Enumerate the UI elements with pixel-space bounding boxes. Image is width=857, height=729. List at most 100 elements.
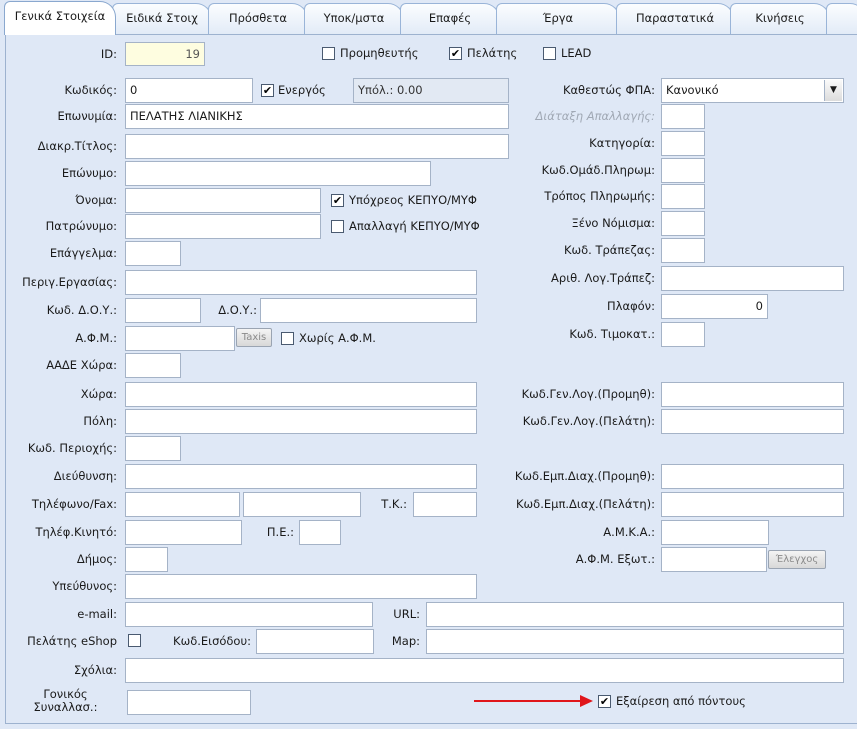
payment-method-input[interactable] xyxy=(661,184,705,209)
kepyo-obliged-checkbox[interactable]: ✔ xyxy=(331,194,344,207)
exclude-points-checkbox[interactable]: ✔ xyxy=(598,695,611,708)
surname-input[interactable] xyxy=(125,161,431,186)
category-input[interactable] xyxy=(661,131,705,156)
tab-general[interactable]: Γενικά Στοιχεία xyxy=(4,1,116,35)
ceiling-input[interactable]: 0 xyxy=(661,294,768,319)
kepyo-exempt-checkbox[interactable] xyxy=(331,220,344,233)
payment-group-label: Κωδ.Ομάδ.Πληρωμ: xyxy=(541,163,655,177)
title-input[interactable] xyxy=(125,134,509,159)
category-label: Κατηγορία: xyxy=(589,136,655,150)
tab-strip: Γενικά Στοιχεία Ειδικά Στοιχ Πρόσθετα Υπ… xyxy=(0,0,857,35)
email-label: e-mail: xyxy=(77,607,117,621)
annotation-arrow-line xyxy=(474,700,584,702)
eshop-checkbox[interactable] xyxy=(128,634,141,647)
supplier-checkbox[interactable] xyxy=(322,47,335,60)
url-label: URL: xyxy=(393,607,420,621)
payment-group-input[interactable] xyxy=(661,158,705,183)
bank-code-label: Κωδ. Τράπεζας: xyxy=(563,243,655,257)
id-field: 19 xyxy=(125,42,205,66)
vat-status-value: Κανονικό xyxy=(666,83,719,97)
responsible-input[interactable] xyxy=(125,574,477,599)
profession-input[interactable] xyxy=(125,241,181,266)
tab-overflow[interactable] xyxy=(826,3,857,34)
no-afm-checkbox[interactable] xyxy=(281,332,294,345)
doy-label: Δ.Ο.Υ.: xyxy=(218,303,257,317)
country-input[interactable] xyxy=(125,382,477,407)
aade-country-input[interactable] xyxy=(125,353,181,378)
doy-code-label: Κωδ. Δ.Ο.Υ.: xyxy=(46,303,117,317)
email-input[interactable] xyxy=(125,602,373,627)
amka-label: Α.Μ.Κ.Α.: xyxy=(603,525,655,539)
work-desc-label: Περιγ.Εργασίας: xyxy=(22,275,117,289)
mobile-input[interactable] xyxy=(125,520,242,545)
amka-input[interactable] xyxy=(661,520,769,545)
exemption-input[interactable] xyxy=(661,104,705,129)
tab-special[interactable]: Ειδικά Στοιχ xyxy=(112,3,212,34)
father-name-input[interactable] xyxy=(125,214,321,239)
fax-input[interactable] xyxy=(243,492,361,517)
lead-checkbox[interactable] xyxy=(543,47,556,60)
payment-method-label: Τρόπος Πληρωμής: xyxy=(544,189,655,203)
trade-supplier-label: Κωδ.Εμπ.Διαχ.(Προμηθ): xyxy=(514,469,655,483)
customer-label: Πελάτης xyxy=(467,46,518,60)
tab-branches[interactable]: Υποκ/μστα xyxy=(304,3,404,34)
work-desc-input[interactable] xyxy=(125,270,477,295)
login-code-input[interactable] xyxy=(256,629,374,654)
active-checkbox[interactable]: ✔ xyxy=(261,84,274,97)
father-name-label: Πατρώνυμο: xyxy=(45,219,117,233)
supplier-label: Προμηθευτής xyxy=(340,46,419,60)
pe-input[interactable] xyxy=(299,520,341,545)
map-input[interactable] xyxy=(426,629,844,654)
bank-code-input[interactable] xyxy=(661,238,705,263)
currency-label: Ξένο Νόμισμα: xyxy=(571,216,655,230)
tab-movements[interactable]: Κινήσεις xyxy=(730,3,830,34)
url-input[interactable] xyxy=(426,602,844,627)
mobile-label: Τηλέφ.Κινητό: xyxy=(35,525,117,539)
chevron-down-icon[interactable]: ▼ xyxy=(824,80,842,101)
gl-customer-label: Κωδ.Γεν.Λογ.(Πελάτη): xyxy=(522,414,655,428)
gl-supplier-input[interactable] xyxy=(661,382,844,407)
doy-input[interactable] xyxy=(260,298,477,323)
firstname-input[interactable] xyxy=(125,188,321,213)
aade-country-label: ΑΑΔΕ Χώρα: xyxy=(46,358,117,372)
address-label: Διεύθυνση: xyxy=(53,469,117,483)
phone-input[interactable] xyxy=(125,492,240,517)
address-input[interactable] xyxy=(125,464,477,489)
tab-contacts[interactable]: Επαφές xyxy=(400,3,500,34)
bank-account-input[interactable] xyxy=(661,266,844,291)
comments-label: Σχόλια: xyxy=(73,663,117,677)
vat-status-label: Καθεστώς ΦΠΑ: xyxy=(562,83,655,97)
firstname-label: Όνομα: xyxy=(75,193,117,207)
tab-additional[interactable]: Πρόσθετα xyxy=(208,3,308,34)
no-afm-label: Χωρίς Α.Φ.Μ. xyxy=(299,331,376,345)
tab-projects[interactable]: Έργα xyxy=(496,3,620,34)
id-label: ID: xyxy=(100,47,117,61)
taxis-button[interactable]: Taxis xyxy=(236,328,272,347)
vat-status-select[interactable]: Κανονικό ▼ xyxy=(661,78,844,103)
check-button[interactable]: Έλεγχος xyxy=(768,550,826,569)
tab-documents[interactable]: Παραστατικά xyxy=(616,3,734,34)
exemption-label: Διάταξη Απαλλαγής: xyxy=(535,109,655,123)
trade-supplier-input[interactable] xyxy=(661,464,844,489)
pricelist-input[interactable] xyxy=(661,322,705,347)
currency-input[interactable] xyxy=(661,211,705,236)
kepyo-obliged-label: Υπόχρεος ΚΕΠΥΟ/ΜΥΦ xyxy=(349,193,477,207)
customer-checkbox[interactable]: ✔ xyxy=(449,47,462,60)
afm-input[interactable] xyxy=(125,326,235,351)
region-code-input[interactable] xyxy=(125,436,181,461)
foreign-afm-input[interactable] xyxy=(661,547,767,572)
trade-customer-input[interactable] xyxy=(661,492,844,517)
gl-customer-input[interactable] xyxy=(661,409,844,434)
doy-code-input[interactable] xyxy=(125,298,201,323)
parent-input[interactable] xyxy=(127,690,251,715)
municipality-input[interactable] xyxy=(125,547,168,572)
country-label: Χώρα: xyxy=(80,387,117,401)
trade-customer-label: Κωδ.Εμπ.Διαχ.(Πελάτη): xyxy=(516,497,655,511)
comments-input[interactable] xyxy=(125,658,844,683)
name-input[interactable]: ΠΕΛΑΤΗΣ ΛΙΑΝΙΚΗΣ xyxy=(125,104,509,129)
code-input[interactable]: 0 xyxy=(125,78,253,103)
city-input[interactable] xyxy=(125,409,477,434)
name-label: Επωνυμία: xyxy=(57,109,117,123)
eshop-label: Πελάτης eShop xyxy=(27,634,117,648)
postal-input[interactable] xyxy=(413,492,477,517)
